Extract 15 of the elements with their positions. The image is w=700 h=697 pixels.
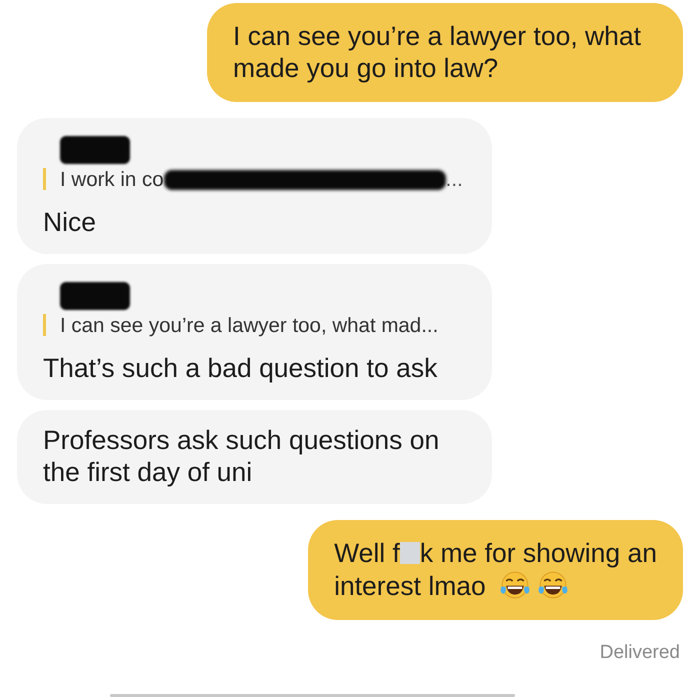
- laughing-tears-emoji-icon: [537, 569, 570, 601]
- message-text: Nice: [43, 207, 96, 237]
- quote-bar: [43, 314, 46, 336]
- message-text: interest lmao: [334, 571, 486, 601]
- message-text: Well f: [334, 538, 400, 568]
- delivery-status: Delivered: [600, 642, 680, 664]
- quoted-text: I can see you’re a lawyer too, what mad...: [60, 314, 438, 338]
- quote-bar: [43, 168, 46, 190]
- quoted-text: I work in co: [60, 168, 164, 192]
- laughing-tears-emoji-icon: [499, 569, 532, 601]
- message-text: Professors ask such questions on the first day of uni: [43, 425, 440, 487]
- message-text: That’s such a bad question to ask: [43, 353, 438, 383]
- message-text: I can see you’re a lawyer too, what made you go into law?: [233, 21, 642, 83]
- message-text: k me for showing an: [420, 538, 657, 568]
- ellipsis: ...: [446, 168, 463, 192]
